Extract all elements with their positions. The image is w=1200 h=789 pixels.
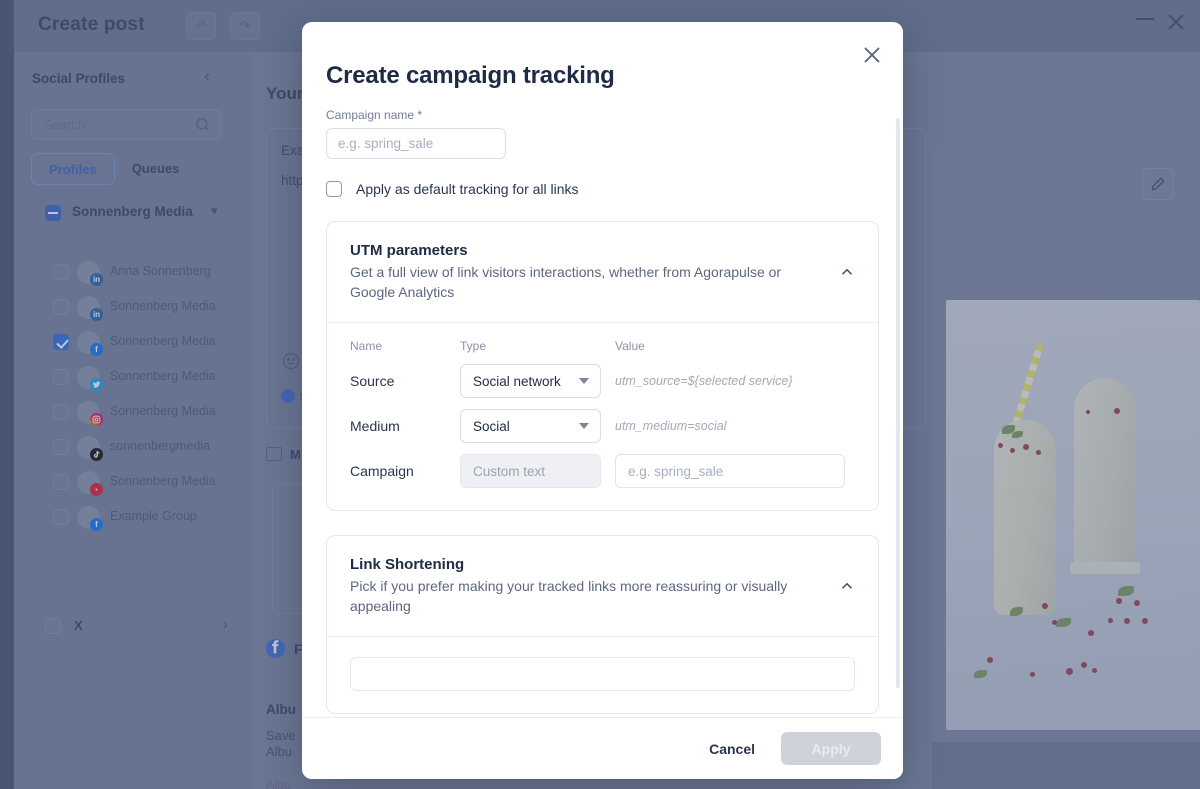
- table-row: Source Social network utm_source=${selec…: [350, 364, 855, 398]
- dialog-body: Campaign name * Apply as default trackin…: [302, 108, 903, 738]
- utm-section-description: Get a full view of link visitors interac…: [350, 264, 782, 300]
- utm-table: Name Type Value Source Social network ut…: [350, 339, 855, 488]
- utm-medium-type-select[interactable]: Social: [460, 409, 601, 443]
- utm-medium-value-hint: utm_medium=social: [615, 419, 727, 433]
- link-shortening-input[interactable]: [350, 657, 855, 691]
- app-root: Create post ↶ ↷ Social Profiles ‹ Search…: [0, 0, 1200, 789]
- chevron-up-icon[interactable]: [838, 577, 856, 595]
- utm-row-name: Medium: [350, 418, 400, 434]
- link-shortening-header[interactable]: Link Shortening Pick if you prefer makin…: [327, 536, 878, 636]
- chevron-down-icon: [579, 423, 589, 429]
- utm-medium-type-value: Social: [473, 418, 510, 434]
- utm-col-value: Value: [615, 339, 645, 353]
- utm-section-title: UTM parameters: [350, 242, 468, 259]
- link-shortening-description: Pick if you prefer making your tracked l…: [350, 578, 788, 614]
- campaign-name-field-group: Campaign name *: [326, 108, 879, 159]
- dialog-header: Create campaign tracking: [302, 22, 903, 108]
- utm-source-type-value: Social network: [473, 373, 561, 389]
- apply-default-checkbox[interactable]: [326, 181, 342, 197]
- table-row: Medium Social utm_medium=social: [350, 409, 855, 443]
- link-shortening-title: Link Shortening: [350, 556, 465, 573]
- dialog-footer: Cancel Apply: [302, 717, 903, 779]
- table-row: Campaign Custom text: [350, 454, 855, 488]
- link-shortening-section: Link Shortening Pick if you prefer makin…: [326, 535, 879, 714]
- utm-section-body: Name Type Value Source Social network ut…: [327, 322, 878, 510]
- create-campaign-tracking-dialog: Create campaign tracking Campaign name *…: [302, 22, 903, 779]
- utm-parameters-section: UTM parameters Get a full view of link v…: [326, 221, 879, 511]
- link-shortening-body: [327, 636, 878, 713]
- cancel-button[interactable]: Cancel: [695, 732, 769, 766]
- utm-campaign-type-value: Custom text: [473, 463, 546, 479]
- campaign-name-input[interactable]: [326, 128, 506, 159]
- chevron-up-icon[interactable]: [838, 263, 856, 281]
- apply-button[interactable]: Apply: [781, 732, 881, 765]
- utm-source-value-hint: utm_source=${selected service}: [615, 374, 793, 388]
- utm-row-name: Campaign: [350, 463, 414, 479]
- utm-campaign-value-input[interactable]: [615, 454, 845, 488]
- campaign-name-label: Campaign name *: [326, 108, 423, 122]
- utm-source-type-select[interactable]: Social network: [460, 364, 601, 398]
- utm-section-header[interactable]: UTM parameters Get a full view of link v…: [327, 222, 878, 322]
- chevron-down-icon: [579, 378, 589, 384]
- apply-default-checkbox-row[interactable]: Apply as default tracking for all links: [326, 181, 879, 197]
- utm-table-header: Name Type Value: [350, 339, 855, 353]
- dialog-scrollbar[interactable]: [896, 118, 900, 688]
- close-icon[interactable]: [859, 42, 885, 68]
- utm-campaign-type-select: Custom text: [460, 454, 601, 488]
- dialog-title: Create campaign tracking: [326, 62, 615, 89]
- apply-default-label: Apply as default tracking for all links: [356, 181, 579, 197]
- utm-col-name: Name: [350, 339, 383, 353]
- utm-row-name: Source: [350, 373, 395, 389]
- utm-col-type: Type: [460, 339, 487, 353]
